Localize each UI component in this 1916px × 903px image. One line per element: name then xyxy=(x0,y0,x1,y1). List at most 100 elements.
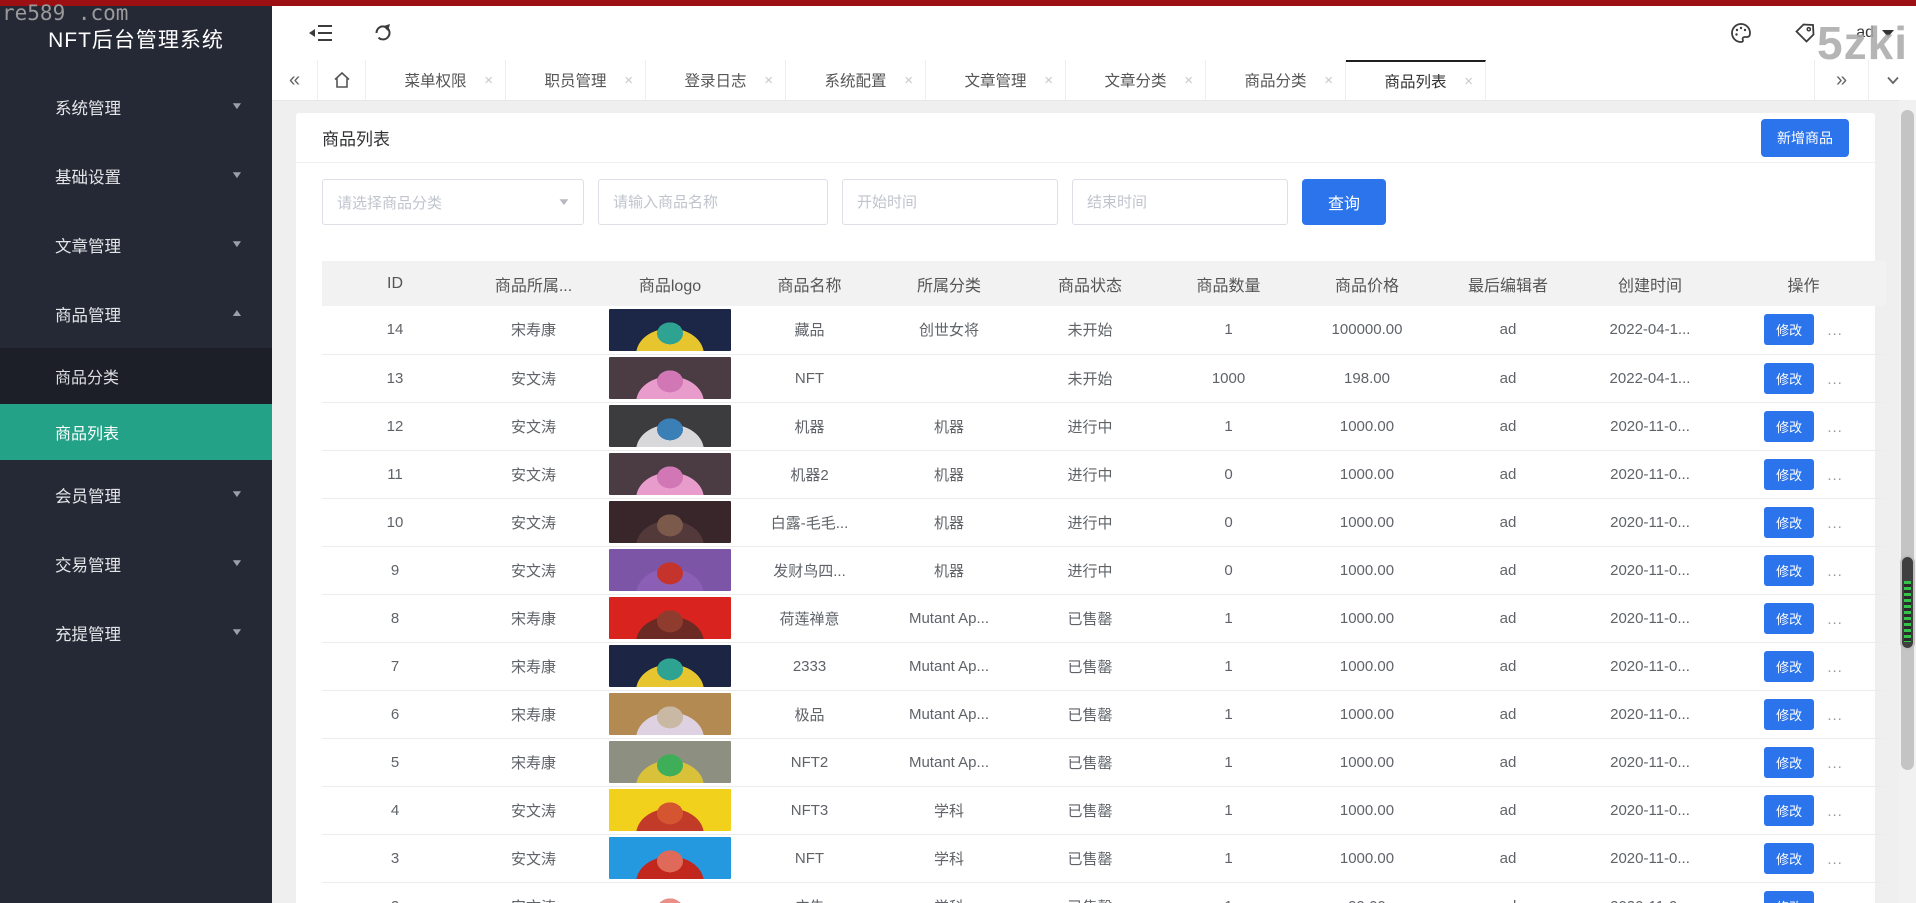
more-actions[interactable]: ... xyxy=(1827,899,1843,903)
more-actions[interactable]: ... xyxy=(1827,659,1843,676)
edit-button[interactable]: 修改 xyxy=(1764,890,1815,903)
sidebar-group[interactable]: 充提管理 ▼ xyxy=(0,598,272,667)
cell-editor: ad xyxy=(1437,738,1579,787)
tab[interactable]: 职员管理 × xyxy=(506,60,646,100)
edit-button[interactable]: 修改 xyxy=(1764,506,1815,538)
edit-button[interactable]: 修改 xyxy=(1764,698,1815,730)
scrollbar-thumb[interactable] xyxy=(1901,110,1914,770)
cell-price: 1000.00 xyxy=(1297,546,1437,595)
tab-close-icon[interactable]: × xyxy=(484,72,493,89)
more-actions[interactable]: ... xyxy=(1827,419,1843,436)
tab[interactable]: 系统配置 × xyxy=(786,60,926,100)
tab-close-icon[interactable]: × xyxy=(1464,73,1473,90)
cell-editor: ad xyxy=(1437,594,1579,643)
edit-button[interactable]: 修改 xyxy=(1764,314,1815,346)
sidebar-group[interactable]: 交易管理 ▼ xyxy=(0,529,272,598)
more-actions[interactable]: ... xyxy=(1827,851,1843,868)
sidebar-group[interactable]: 会员管理 ▼ xyxy=(0,460,272,529)
sidebar-subitem[interactable]: 商品列表 xyxy=(0,404,272,460)
more-actions[interactable]: ... xyxy=(1827,803,1843,820)
product-logo-image xyxy=(609,837,731,879)
tab[interactable]: 菜单权限 × xyxy=(366,60,506,100)
page-scrollbar[interactable] xyxy=(1899,100,1916,903)
more-actions[interactable]: ... xyxy=(1827,322,1843,339)
tag-icon[interactable] xyxy=(1792,20,1818,46)
edit-button[interactable]: 修改 xyxy=(1764,794,1815,826)
theme-palette-icon[interactable] xyxy=(1728,20,1754,46)
cell-owner: 宋寿康 xyxy=(468,642,599,691)
more-actions[interactable]: ... xyxy=(1827,755,1843,772)
cell-owner: 宋寿康 xyxy=(468,738,599,787)
table-row: 6 宋寿康 极品 Mutant Ap... 已售罄 1 1000.00 ad 2… xyxy=(322,690,1886,739)
cell-id: 5 xyxy=(322,738,468,787)
category-select[interactable]: 请选择商品分类 ▼ xyxy=(322,179,584,225)
edit-button[interactable]: 修改 xyxy=(1764,746,1815,778)
more-actions[interactable]: ... xyxy=(1827,467,1843,484)
sidebar-menu: 系统管理 ▼ 基础设置 ▼ 文章管理 ▼ 商品管理 ▲ 商品分类 商品列表 会员… xyxy=(0,72,272,667)
product-table-wrap: ID 商品所属... 商品logo 商品名称 所属分类 商品状态 商品数量 商品价格 最后编辑者… xyxy=(322,261,1886,903)
search-button[interactable]: 查询 xyxy=(1302,179,1386,225)
sidebar-group[interactable]: 商品管理 ▲ xyxy=(0,279,272,348)
table-row: 14 宋寿康 藏品 创世女将 未开始 1 100000.00 ad 2022-0… xyxy=(322,306,1886,355)
cell-price: 100000.00 xyxy=(1297,306,1437,355)
refresh-icon[interactable] xyxy=(370,20,396,46)
sidebar-group[interactable]: 文章管理 ▼ xyxy=(0,210,272,279)
start-time-input[interactable] xyxy=(842,179,1058,225)
edit-button[interactable]: 修改 xyxy=(1764,842,1815,874)
more-actions[interactable]: ... xyxy=(1827,563,1843,580)
product-name-input[interactable] xyxy=(598,179,828,225)
tab[interactable]: 文章分类 × xyxy=(1066,60,1206,100)
tab-close-icon[interactable]: × xyxy=(904,72,913,89)
end-time-input[interactable] xyxy=(1072,179,1288,225)
tab[interactable]: 商品分类 × xyxy=(1206,60,1346,100)
cell-editor: ad xyxy=(1437,546,1579,595)
cell-qty: 1 xyxy=(1160,306,1297,355)
edit-button[interactable]: 修改 xyxy=(1764,650,1815,682)
add-product-button[interactable]: 新增商品 xyxy=(1761,118,1849,157)
cell-created: 2020-11-0... xyxy=(1579,738,1721,787)
cell-owner: 安文涛 xyxy=(468,882,599,903)
table-row: 10 安文涛 白露-毛毛... 机器 进行中 0 1000.00 ad 2020… xyxy=(322,498,1886,547)
tab-close-icon[interactable]: × xyxy=(764,72,773,89)
cell-price: 1000.00 xyxy=(1297,786,1437,835)
sidebar-group-label: 充提管理 xyxy=(55,625,121,644)
cell-editor: ad xyxy=(1437,498,1579,547)
edit-button[interactable]: 修改 xyxy=(1764,602,1815,634)
watermark-right: 5zki xyxy=(1817,17,1908,69)
tab-close-icon[interactable]: × xyxy=(1044,72,1053,89)
edit-button[interactable]: 修改 xyxy=(1764,362,1815,394)
tab[interactable]: 商品列表 × xyxy=(1346,60,1486,100)
more-actions[interactable]: ... xyxy=(1827,611,1843,628)
more-actions[interactable]: ... xyxy=(1827,515,1843,532)
cell-name: 极品 xyxy=(741,690,878,739)
sidebar-collapse-icon[interactable] xyxy=(308,20,334,46)
edit-button[interactable]: 修改 xyxy=(1764,458,1815,490)
cell-id: 10 xyxy=(322,498,468,547)
product-logo-image xyxy=(609,741,731,783)
tab-close-icon[interactable]: × xyxy=(1184,72,1193,89)
column-header: 创建时间 xyxy=(1579,261,1721,306)
cell-qty: 1 xyxy=(1160,594,1297,643)
home-tab-icon[interactable] xyxy=(318,60,366,100)
tab-close-icon[interactable]: × xyxy=(1324,72,1333,89)
cell-name: 发财鸟四... xyxy=(741,546,878,595)
column-header: 商品数量 xyxy=(1160,261,1297,306)
edit-button[interactable]: 修改 xyxy=(1764,410,1815,442)
edit-button[interactable]: 修改 xyxy=(1764,554,1815,586)
tab[interactable]: 登录日志 × xyxy=(646,60,786,100)
tab-close-icon[interactable]: × xyxy=(624,72,633,89)
sidebar-group[interactable]: 基础设置 ▼ xyxy=(0,141,272,210)
tabs-scroll-left-icon[interactable]: « xyxy=(272,60,318,100)
cell-status: 已售罄 xyxy=(1020,738,1160,787)
table-row: 7 宋寿康 2333 Mutant Ap... 已售罄 1 1000.00 ad… xyxy=(322,642,1886,691)
cell-created: 2022-04-1... xyxy=(1579,354,1721,403)
table-row: 5 宋寿康 NFT2 Mutant Ap... 已售罄 1 1000.00 ad… xyxy=(322,738,1886,787)
tab[interactable]: 文章管理 × xyxy=(926,60,1066,100)
sidebar-subitem[interactable]: 商品分类 xyxy=(0,348,272,404)
sidebar-group[interactable]: 系统管理 ▼ xyxy=(0,72,272,141)
topbar: ad xyxy=(272,6,1916,60)
more-actions[interactable]: ... xyxy=(1827,371,1843,388)
sidebar-group-label: 文章管理 xyxy=(55,237,121,256)
more-actions[interactable]: ... xyxy=(1827,707,1843,724)
sidebar-subitem-label: 商品分类 xyxy=(55,370,120,387)
